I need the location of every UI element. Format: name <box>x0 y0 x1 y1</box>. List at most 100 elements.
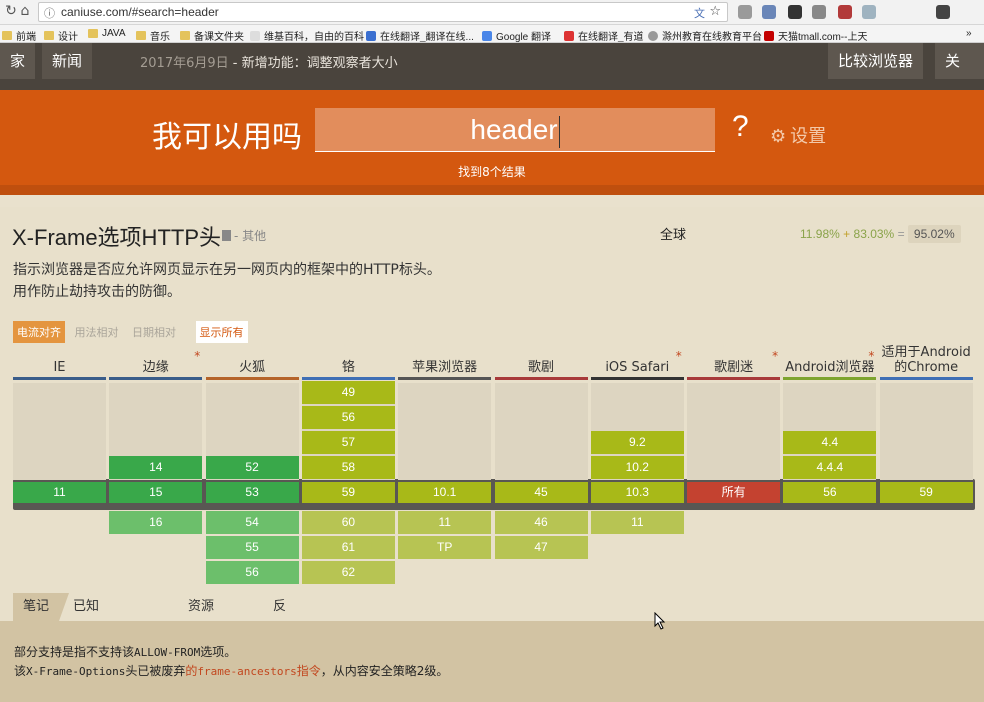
current-version-cell[interactable]: 56 <box>783 482 877 503</box>
extension-icon[interactable] <box>838 5 852 19</box>
version-cell[interactable]: 56 <box>301 406 395 429</box>
bookmark-folder[interactable]: 设计 <box>44 28 78 42</box>
current-version-cell[interactable]: 10.1 <box>398 482 492 503</box>
info-icon[interactable]: ⓘ <box>44 5 55 21</box>
note-text: ，从内容安全策略2级。 <box>320 664 449 678</box>
bookmark-folder[interactable]: 备课文件夹 <box>180 28 244 42</box>
news-ticker[interactable]: 2017年6月9日 - 新增功能：调整观察者大小 <box>140 52 398 71</box>
help-button[interactable]: ? <box>732 110 749 144</box>
version-cell[interactable]: 16 <box>109 511 203 534</box>
version-cell[interactable]: 55 <box>205 536 299 559</box>
version-cell[interactable]: 61 <box>301 536 395 559</box>
current-version-cell[interactable]: 59 <box>301 482 395 503</box>
bookmark-link[interactable]: 在线翻译_翻译在线... <box>366 28 474 42</box>
version-cell[interactable]: 4.4 <box>783 431 877 454</box>
tab-current-aligned[interactable]: 电流对齐 <box>13 321 65 343</box>
extension-icon[interactable] <box>738 5 752 19</box>
version-cell[interactable]: 49 <box>301 381 395 404</box>
extension-icon[interactable] <box>762 5 776 19</box>
browser-name[interactable]: iOS Safari * <box>591 346 684 377</box>
show-all-button[interactable]: 显示所有 <box>195 321 248 343</box>
bookmark-folder[interactable]: 前端 <box>2 28 36 42</box>
browser-toolbar: ↻ ⌂ ⓘ caniuse.com/#search=header 文 ☆ <box>0 0 984 25</box>
current-version-cell[interactable]: 10.3 <box>590 482 684 503</box>
note-asterisk[interactable]: * <box>676 349 682 364</box>
current-version-cell[interactable]: 11 <box>13 482 106 503</box>
version-cell[interactable]: 11 <box>398 511 492 534</box>
bookmark-link[interactable]: 滁州教育在线教育平台 <box>648 28 762 42</box>
tab-feedback[interactable]: 反馈 <box>263 593 296 642</box>
note-text: 的 <box>185 664 198 678</box>
bookmark-link[interactable]: 维基百科，自由的百科 <box>250 28 364 42</box>
search-input[interactable]: header <box>315 108 715 152</box>
extension-icon[interactable] <box>862 5 876 19</box>
tab-resources[interactable]: 资源（7） <box>178 593 232 642</box>
version-cell[interactable]: 60 <box>301 511 395 534</box>
extension-icon[interactable] <box>812 5 826 19</box>
version-cell[interactable]: 9.2 <box>590 431 684 454</box>
tab-usage-relative[interactable]: 用法相对 <box>71 321 123 343</box>
browser-name[interactable]: 适用于Android的Chrome <box>880 345 973 377</box>
notes-panel: 部分支持是指不支持该ALLOW-FROM选项。 该X-Frame-Options… <box>0 621 984 702</box>
version-cell[interactable]: 62 <box>301 561 395 584</box>
current-version-cell[interactable]: 59 <box>879 482 973 503</box>
bookmark-link[interactable]: 天猫tmall.com--上天 <box>764 28 867 42</box>
feature-title[interactable]: X-Frame选项HTTP头 <box>12 220 221 252</box>
tab-known-issues[interactable]: 已知问题（0） <box>63 593 117 670</box>
browser-name[interactable]: 歌剧 <box>495 346 588 377</box>
note-asterisk[interactable]: * <box>868 349 874 364</box>
version-cell[interactable]: 47 <box>494 536 588 559</box>
browser-name[interactable]: Android浏览器 * <box>783 346 876 377</box>
browser-name[interactable]: 铬 <box>302 346 395 377</box>
bookmark-label: 在线翻译_有道 <box>578 32 644 43</box>
current-version-cell[interactable]: 53 <box>205 482 299 503</box>
settings-button[interactable]: ⚙ 设置 <box>770 122 826 148</box>
version-cell[interactable]: 56 <box>205 561 299 584</box>
browser-name[interactable]: 火狐 <box>206 346 299 377</box>
nav-home[interactable]: 家 <box>0 43 36 79</box>
current-version-cell[interactable]: 所有 <box>687 482 781 503</box>
address-bar[interactable]: ⓘ caniuse.com/#search=header 文 ☆ <box>38 2 728 22</box>
browser-label: iOS Safari <box>605 360 670 375</box>
version-cell[interactable]: 52 <box>205 456 299 479</box>
version-cell[interactable]: 11 <box>590 511 684 534</box>
youdao-icon <box>564 30 574 41</box>
version-cell[interactable]: 58 <box>301 456 395 479</box>
version-cell[interactable]: 54 <box>205 511 299 534</box>
nav-about[interactable]: 关于 <box>935 43 984 106</box>
browser-name[interactable]: 边缘 * <box>109 346 202 377</box>
note-asterisk[interactable]: * <box>772 349 778 364</box>
note-code-link[interactable]: frame-ancestors <box>197 665 296 678</box>
tab-notes[interactable]: 笔记 <box>13 593 59 621</box>
version-cell[interactable]: 57 <box>301 431 395 454</box>
extension-icon[interactable] <box>788 5 802 19</box>
home-icon[interactable]: ⌂ <box>16 3 34 19</box>
current-version-cell[interactable]: 15 <box>109 482 203 503</box>
bookmark-link[interactable]: 在线翻译_有道 <box>564 28 644 43</box>
version-cell[interactable]: 4.4.4 <box>783 456 877 479</box>
tab-date-relative[interactable]: 日期相对 <box>128 321 180 343</box>
version-cell[interactable]: 46 <box>494 511 588 534</box>
note-link[interactable]: 指令 <box>297 664 321 678</box>
more-bookmarks-button[interactable]: » <box>966 28 972 39</box>
version-cell[interactable]: 14 <box>109 456 203 479</box>
url-text: caniuse.com/#search=header <box>61 5 219 19</box>
bookmark-folder[interactable]: 音乐 <box>136 28 170 42</box>
nav-compare-browsers[interactable]: 比较浏览器 <box>828 43 924 79</box>
browser-column: Android浏览器 * 4.4 4.4.4 56 <box>783 346 877 503</box>
translate-icon[interactable]: 文 <box>694 5 705 21</box>
note-asterisk[interactable]: * <box>194 349 200 364</box>
extension-icon[interactable] <box>936 5 950 19</box>
nav-news[interactable]: 新闻 <box>42 43 93 79</box>
version-cell[interactable]: 10.2 <box>590 456 684 479</box>
bookmark-star-icon[interactable]: ☆ <box>709 4 721 19</box>
bookmark-folder[interactable]: JAVA <box>88 28 126 39</box>
version-cell[interactable]: TP <box>398 536 492 559</box>
current-version-cell[interactable]: 45 <box>494 482 588 503</box>
bookmark-link[interactable]: Google 翻译 <box>482 28 551 42</box>
document-icon <box>222 230 231 241</box>
site-logo[interactable]: 我可以用吗 <box>152 112 302 156</box>
browser-name[interactable]: 苹果浏览器 <box>398 346 491 377</box>
browser-name[interactable]: IE <box>13 346 106 377</box>
browser-name[interactable]: 歌剧迷 * <box>687 346 780 377</box>
